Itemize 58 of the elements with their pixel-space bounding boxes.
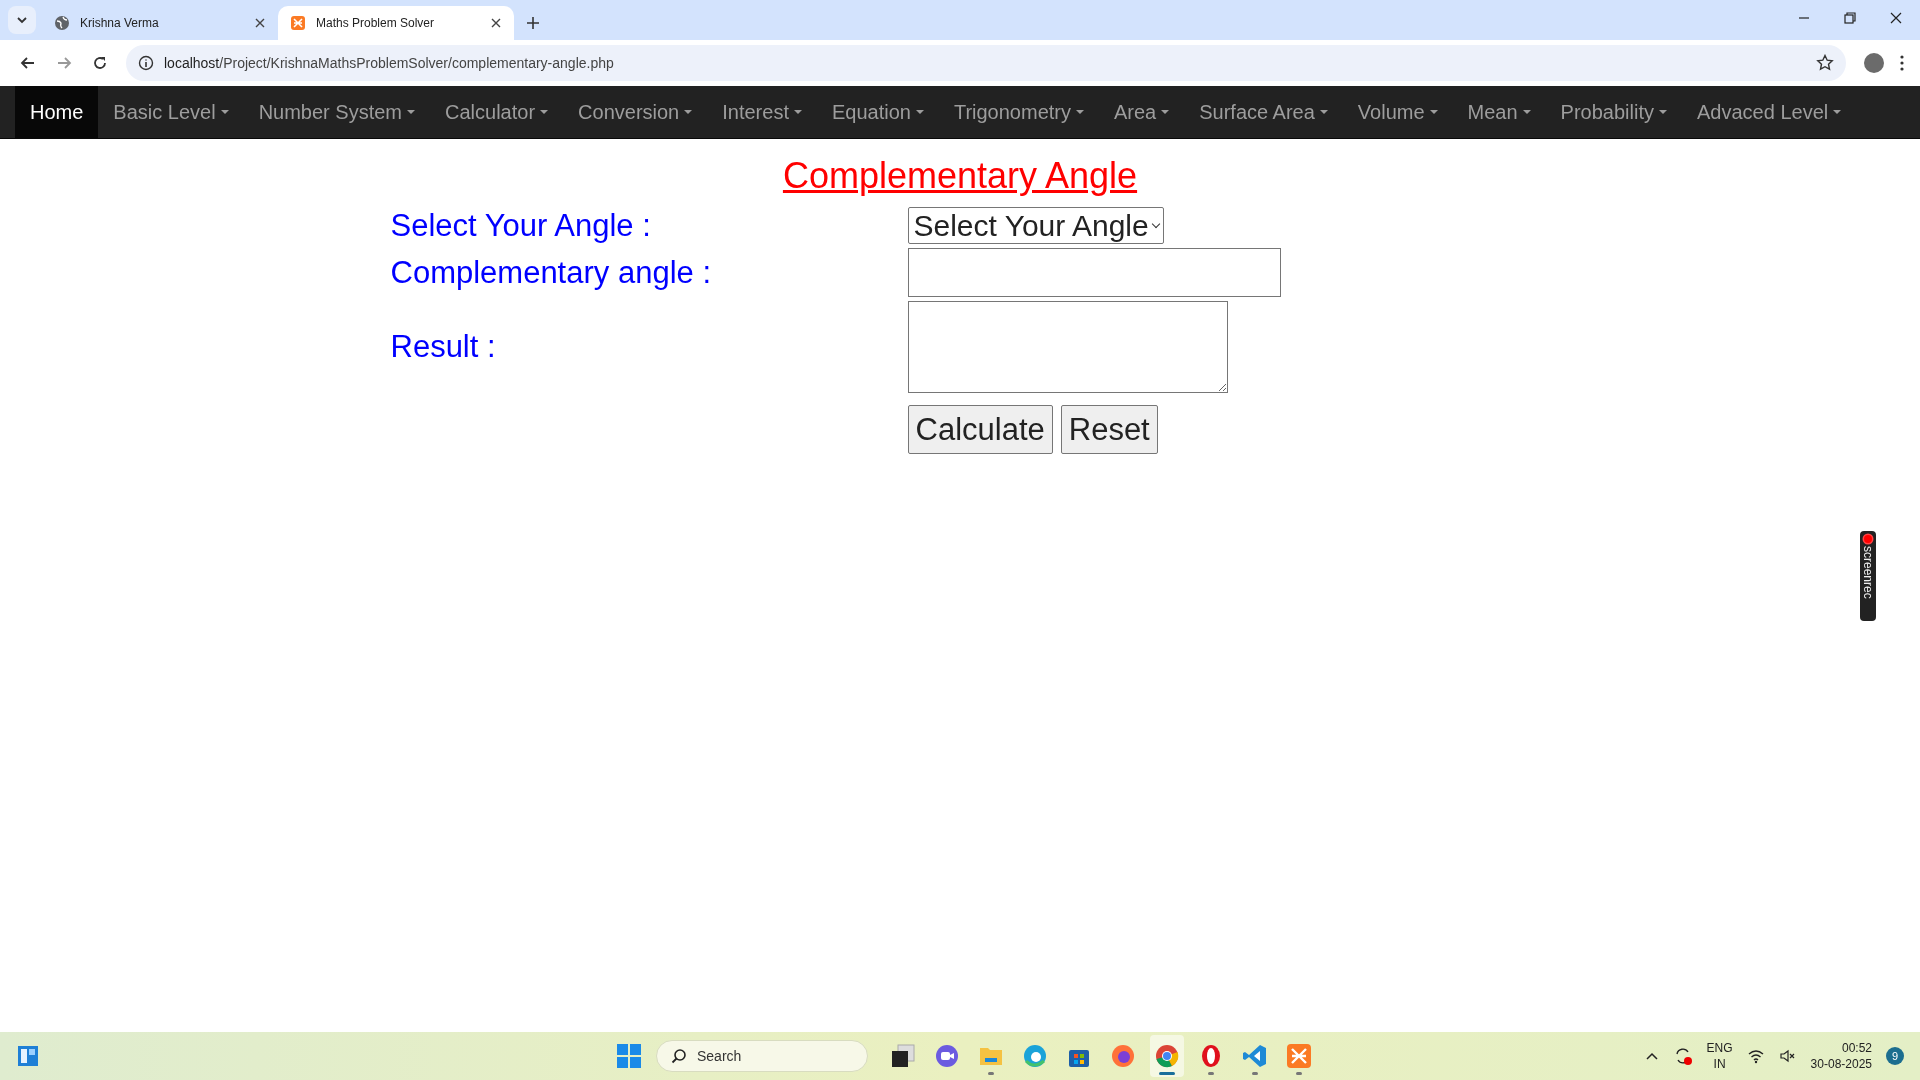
chrome-icon	[1154, 1043, 1180, 1069]
nav-link[interactable]: Conversion	[563, 86, 708, 138]
close-icon[interactable]	[254, 17, 266, 29]
forward-icon	[56, 55, 72, 71]
angle-dropdown[interactable]: Select Your Angle	[907, 207, 1164, 244]
nav-link[interactable]: Calculator	[430, 86, 564, 138]
calculate-button[interactable]: Calculate	[907, 405, 1053, 454]
close-icon[interactable]	[1890, 12, 1902, 24]
search-icon	[671, 1048, 687, 1064]
language-indicator[interactable]: ENG IN	[1706, 1040, 1733, 1072]
answer-field[interactable]	[907, 248, 1281, 297]
reload-icon[interactable]	[92, 55, 108, 71]
nav-link[interactable]: Volume	[1342, 86, 1453, 138]
globe-icon	[54, 15, 70, 31]
star-icon[interactable]	[1816, 54, 1834, 72]
nav-link[interactable]: Trigonometry	[938, 86, 1099, 138]
nav-link[interactable]: Mean	[1452, 86, 1546, 138]
window-icon	[890, 1043, 916, 1069]
nav-link[interactable]: Basic Level	[98, 86, 244, 138]
avatar-icon[interactable]	[1864, 53, 1884, 73]
field-label: Select Your Angle :	[390, 207, 652, 244]
app-logo-icon	[1286, 1043, 1312, 1069]
nav-link[interactable]: Area	[1099, 86, 1185, 138]
fox-browser-icon	[1110, 1043, 1136, 1069]
address-bar[interactable]: localhost/Project/KrishnaMathsProblemSolver/complementary-angle.php	[126, 45, 1846, 81]
app-logo-icon	[290, 15, 306, 31]
page-title: Complementary Angle	[782, 155, 1138, 197]
screen-recorder-widget[interactable]: screenrec	[1860, 531, 1876, 621]
close-icon[interactable]	[490, 17, 502, 29]
nav-link[interactable]: Home	[15, 86, 99, 138]
clock[interactable]: 00:52 30-08-2025	[1810, 1040, 1872, 1072]
code-editor-icon	[1242, 1043, 1268, 1069]
nav-link[interactable]: Advaced Level	[1682, 86, 1857, 138]
field-label: Result :	[390, 328, 497, 366]
back-icon[interactable]	[20, 55, 36, 71]
nav-link[interactable]: Interest	[707, 86, 817, 138]
wifi-icon[interactable]	[1746, 1048, 1765, 1064]
field-label: Complementary angle :	[390, 253, 712, 292]
widgets-icon[interactable]	[16, 1044, 40, 1068]
browser-icon	[1022, 1043, 1048, 1069]
video-chat-icon	[934, 1043, 960, 1069]
result-field[interactable]	[907, 301, 1228, 393]
notification-badge[interactable]: 9	[1886, 1047, 1904, 1065]
nav-link[interactable]: Number System	[243, 86, 430, 138]
restore-icon[interactable]	[1844, 12, 1856, 24]
browser-tab[interactable]: Krishna Verma	[42, 6, 278, 40]
reset-button[interactable]: Reset	[1060, 405, 1158, 454]
nav-link[interactable]: Equation	[816, 86, 939, 138]
url-text[interactable]: localhost/Project/KrishnaMathsProblemSolver/complementary-angle.php	[164, 55, 614, 71]
nav-link[interactable]: Surface Area	[1184, 86, 1343, 138]
browser-tab[interactable]: Maths Problem Solver	[278, 6, 514, 40]
search-field[interactable]: Search	[656, 1040, 868, 1072]
muted-speaker-icon[interactable]	[1778, 1048, 1797, 1064]
nav-link[interactable]: Probability	[1545, 86, 1682, 138]
start-icon[interactable]	[616, 1043, 642, 1069]
info-icon[interactable]	[138, 55, 154, 71]
new-tab-icon[interactable]	[526, 16, 540, 30]
more-icon[interactable]	[1900, 55, 1904, 71]
